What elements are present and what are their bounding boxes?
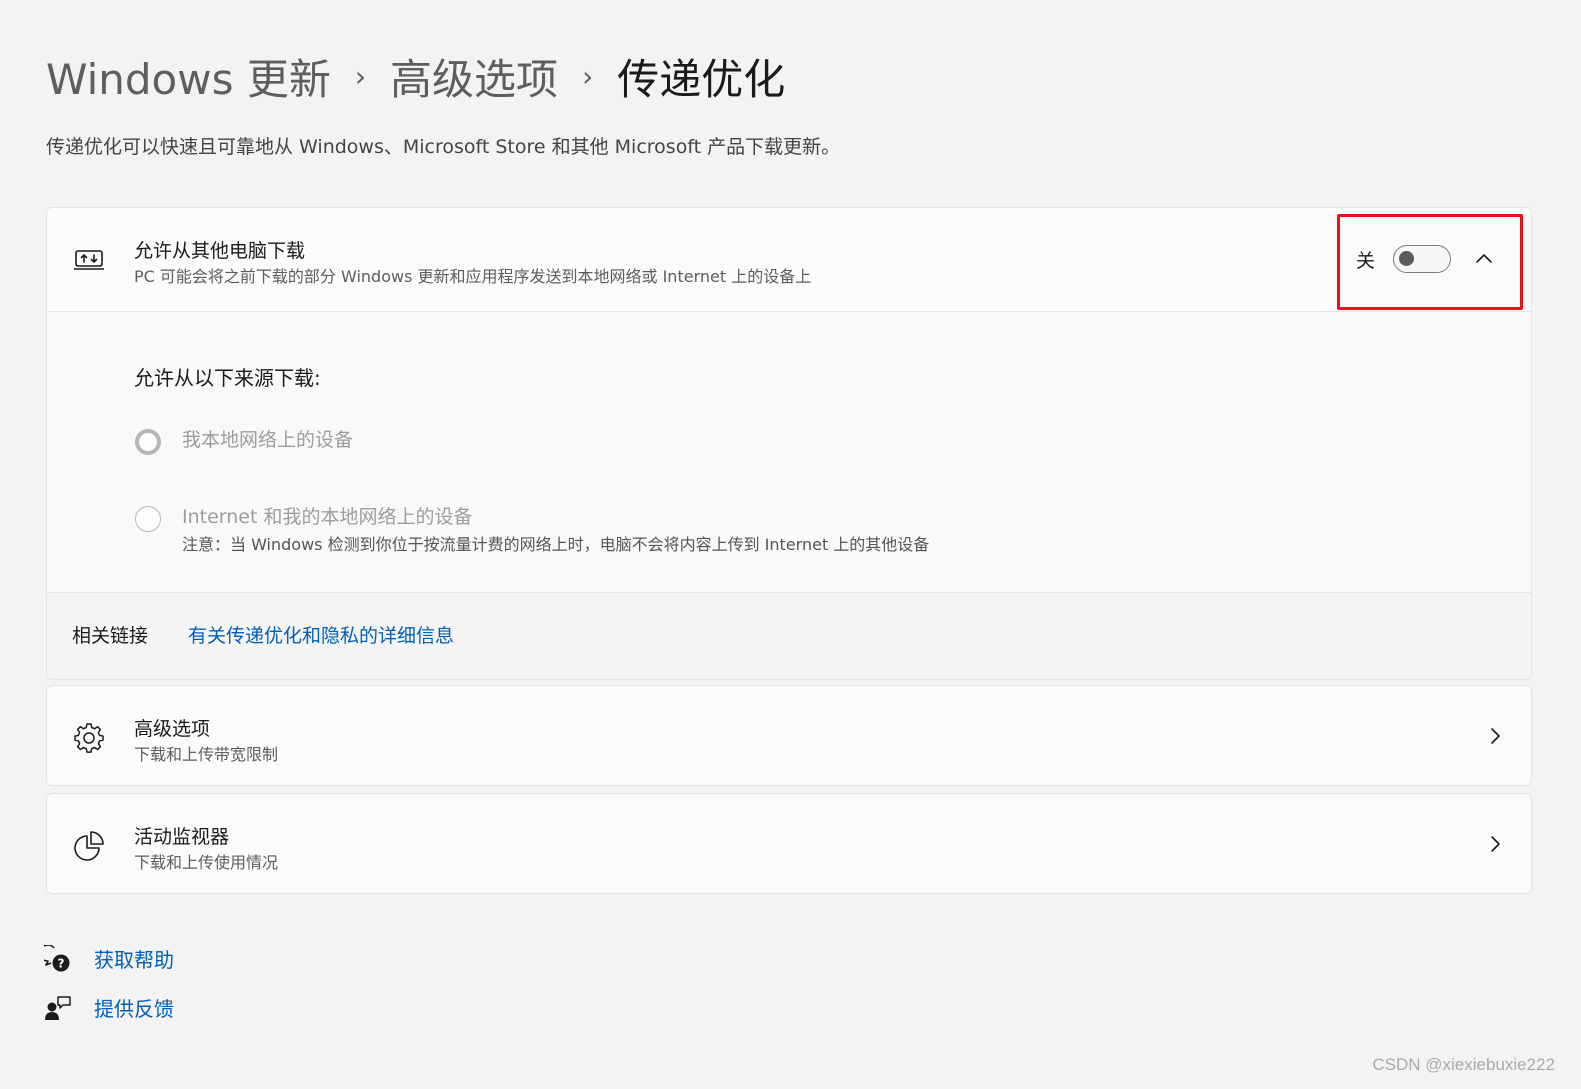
radio-internet-and-local[interactable] bbox=[135, 506, 161, 532]
give-feedback[interactable]: 提供反馈 bbox=[44, 993, 174, 1022]
allow-downloads-header[interactable]: 允许从其他电脑下载 PC 可能会将之前下载的部分 Windows 更新和应用程序… bbox=[47, 208, 1531, 312]
activity-monitor-subtitle: 下载和上传使用情况 bbox=[134, 853, 279, 872]
breadcrumb-separator: › bbox=[354, 59, 367, 93]
radio-local-network-label[interactable]: 我本地网络上的设备 bbox=[182, 425, 353, 452]
advanced-options-subtitle: 下载和上传带宽限制 bbox=[134, 745, 279, 764]
allow-downloads-expanded: 允许从以下来源下载: 我本地网络上的设备 Internet 和我的本地网络上的设… bbox=[47, 312, 1531, 592]
radio-internet-and-local-label[interactable]: Internet 和我的本地网络上的设备 bbox=[182, 502, 472, 529]
toggle-knob bbox=[1399, 251, 1414, 266]
advanced-options-card[interactable]: 高级选项 下载和上传带宽限制 bbox=[46, 685, 1532, 786]
allow-downloads-toggle[interactable] bbox=[1393, 245, 1451, 273]
allow-downloads-card: 允许从其他电脑下载 PC 可能会将之前下载的部分 Windows 更新和应用程序… bbox=[46, 207, 1532, 680]
advanced-options-title: 高级选项 bbox=[134, 718, 211, 740]
feedback-icon bbox=[45, 995, 71, 1020]
breadcrumb-item-windows-update[interactable]: Windows 更新 bbox=[46, 46, 331, 107]
breadcrumb: Windows 更新 › 高级选项 › 传递优化 bbox=[46, 46, 785, 106]
sources-label: 允许从以下来源下载: bbox=[134, 366, 321, 390]
pie-chart-icon bbox=[74, 831, 104, 861]
toggle-area: 关 bbox=[1356, 234, 1495, 284]
help-chat-icon: ? bbox=[44, 944, 70, 971]
allow-downloads-subtitle: PC 可能会将之前下载的部分 Windows 更新和应用程序发送到本地网络或 I… bbox=[134, 267, 812, 286]
page-title: 传递优化 bbox=[617, 54, 786, 104]
privacy-details-link[interactable]: 有关传递优化和隐私的详细信息 bbox=[188, 621, 454, 648]
breadcrumb-separator: › bbox=[582, 59, 594, 93]
laptop-transfer-icon bbox=[74, 250, 104, 270]
related-links-label: 相关链接 bbox=[72, 625, 149, 647]
radio-local-network[interactable] bbox=[135, 429, 161, 455]
related-links: 相关链接 有关传递优化和隐私的详细信息 bbox=[47, 592, 1531, 679]
page-description: 传递优化可以快速且可靠地从 Windows、Microsoft Store 和其… bbox=[46, 136, 841, 158]
breadcrumb-item-advanced-options[interactable]: 高级选项 bbox=[390, 46, 558, 107]
metered-network-note: 注意：当 Windows 检测到你位于按流量计费的网络上时，电脑不会将内容上传到… bbox=[182, 535, 930, 554]
give-feedback-link[interactable]: 提供反馈 bbox=[94, 993, 174, 1022]
svg-text:?: ? bbox=[58, 956, 65, 970]
get-help[interactable]: ? 获取帮助 bbox=[44, 944, 174, 973]
allow-downloads-title: 允许从其他电脑下载 bbox=[134, 240, 306, 262]
gear-icon bbox=[74, 723, 104, 753]
toggle-state-label: 关 bbox=[1355, 249, 1375, 272]
get-help-link[interactable]: 获取帮助 bbox=[94, 944, 174, 973]
activity-monitor-card[interactable]: 活动监视器 下载和上传使用情况 bbox=[46, 793, 1532, 894]
chevron-up-icon[interactable] bbox=[1473, 248, 1495, 270]
chevron-right-icon bbox=[1491, 836, 1500, 852]
activity-monitor-title: 活动监视器 bbox=[134, 826, 230, 848]
chevron-right-icon bbox=[1491, 728, 1500, 744]
watermark: CSDN @xiexiebuxie222 bbox=[1372, 1055, 1555, 1074]
